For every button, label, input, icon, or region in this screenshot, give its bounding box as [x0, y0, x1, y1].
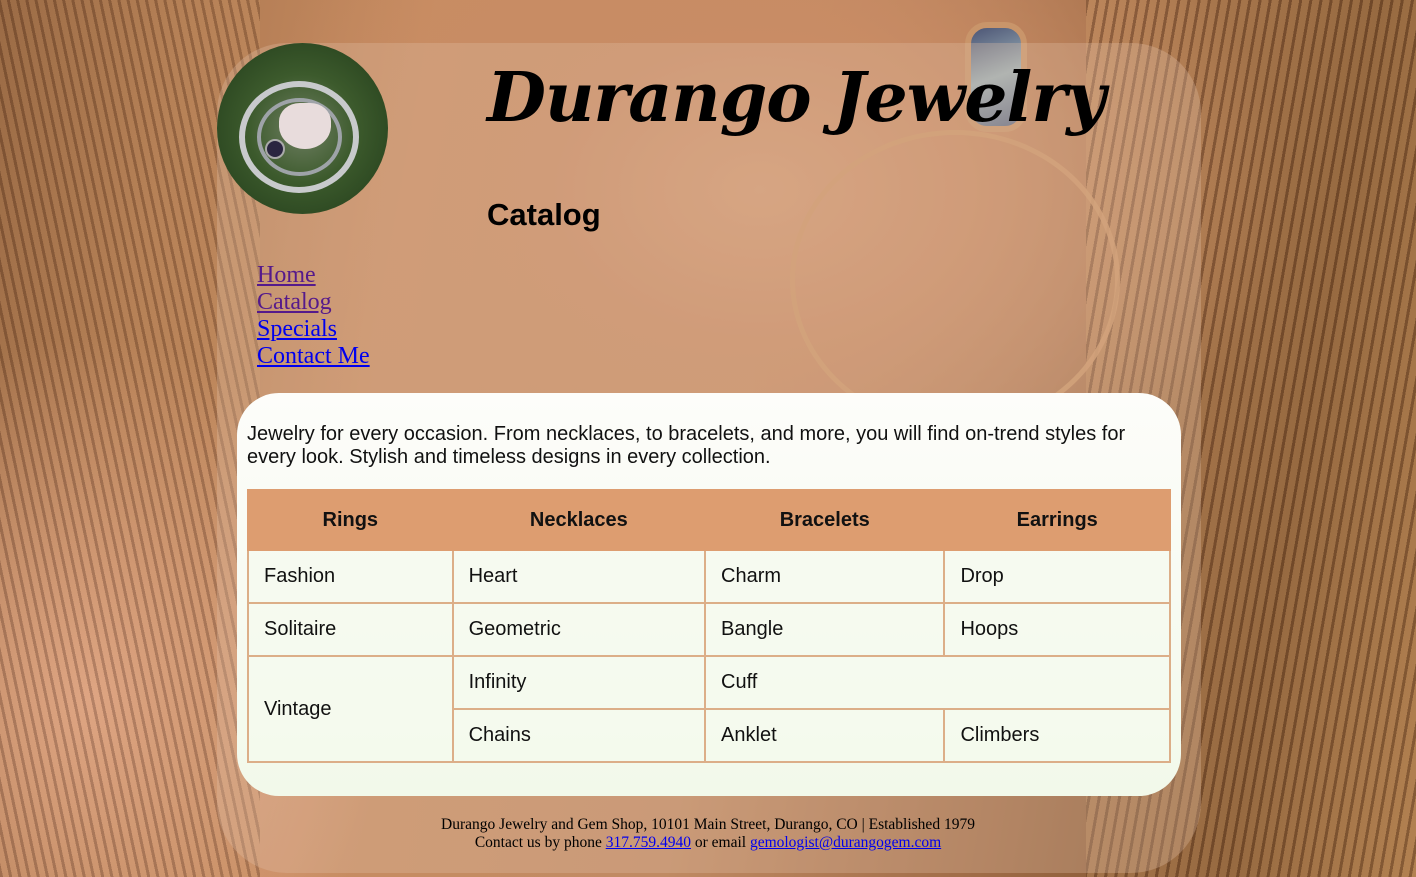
table-cell: Heart — [451, 549, 707, 604]
table-cell: Drop — [943, 549, 1171, 604]
column-header-necklaces: Necklaces — [451, 489, 707, 551]
table-cell: Hoops — [943, 602, 1171, 657]
nav-item-home: Home — [257, 262, 370, 289]
nav-item-catalog: Catalog — [257, 289, 370, 316]
page-footer: Durango Jewelry and Gem Shop, 10101 Main… — [0, 816, 1416, 852]
nav-link-catalog[interactable]: Catalog — [257, 289, 332, 315]
footer-phone-link[interactable]: 317.759.4940 — [606, 834, 691, 851]
table-cell: Infinity — [451, 655, 707, 710]
column-header-rings: Rings — [247, 489, 454, 551]
footer-phone-prefix: Contact us by phone — [474, 834, 602, 851]
footer-email-prefix: or email — [694, 834, 747, 851]
main-nav: Home Catalog Specials Contact Me — [257, 262, 370, 370]
table-header-row: Rings Necklaces Bracelets Earrings — [247, 489, 1171, 551]
table-cell: Vintage — [247, 655, 454, 763]
table-cell: Charm — [704, 549, 946, 604]
table-row: Fashion Heart Charm Drop — [247, 549, 1171, 604]
intro-text: Jewelry for every occasion. From necklac… — [247, 423, 1126, 468]
footer-contact: Contact us by phone 317.759.4940 or emai… — [0, 834, 1416, 852]
table-cell: Anklet — [704, 708, 946, 763]
nav-link-contact[interactable]: Contact Me — [257, 343, 370, 369]
footer-email-link[interactable]: gemologist@durangogem.com — [750, 834, 941, 851]
column-header-earrings: Earrings — [943, 489, 1171, 551]
footer-address: Durango Jewelry and Gem Shop, 10101 Main… — [441, 816, 975, 833]
pendant-logo-icon — [217, 43, 388, 214]
table-row: Vintage Infinity Cuff — [247, 655, 1171, 763]
table-cell: Solitaire — [247, 602, 454, 657]
site-title: Durango Jewelry — [487, 58, 1106, 138]
table-cell: Geometric — [451, 602, 707, 657]
table-cell: Cuff — [704, 655, 1171, 710]
table-cell: Bangle — [704, 602, 946, 657]
table-row: Solitaire Geometric Bangle Hoops — [247, 602, 1171, 657]
table-cell: Fashion — [247, 549, 454, 604]
page-title: Catalog — [487, 197, 601, 232]
nav-item-specials: Specials — [257, 316, 370, 343]
nav-link-specials[interactable]: Specials — [257, 316, 337, 342]
nav-link-home[interactable]: Home — [257, 262, 316, 288]
nav-item-contact: Contact Me — [257, 343, 370, 370]
catalog-table: Rings Necklaces Bracelets Earrings Fashi… — [247, 489, 1171, 763]
table-cell: Climbers — [943, 708, 1171, 763]
table-cell: Chains — [451, 708, 707, 763]
column-header-bracelets: Bracelets — [704, 489, 946, 551]
